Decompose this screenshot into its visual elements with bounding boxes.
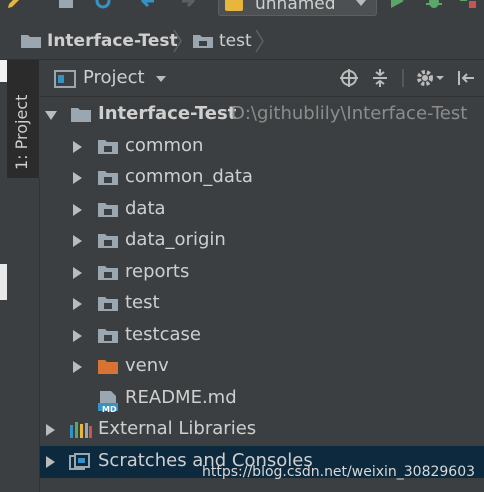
folder-icon xyxy=(98,140,118,154)
watermark-text: https://blog.csdn.net/weixin_30829603 xyxy=(202,464,476,480)
tree-item-label: common_data xyxy=(125,166,253,187)
run-configuration-label: unnamed xyxy=(255,0,336,14)
tree-item-label: test xyxy=(125,292,160,313)
tree-row-common-data[interactable]: common_data xyxy=(40,162,484,193)
folder-icon xyxy=(98,203,118,217)
tree-root-label: Interface-Test xyxy=(98,103,237,124)
tree-row-reports[interactable]: reports xyxy=(40,257,484,288)
folder-icon xyxy=(21,35,41,48)
chevron-right-icon[interactable] xyxy=(73,267,82,279)
folder-icon xyxy=(193,35,213,48)
folder-icon xyxy=(71,108,91,122)
excluded-folder-icon xyxy=(98,360,118,374)
tree-row-readme[interactable]: MD README.md xyxy=(40,383,484,414)
folder-icon xyxy=(98,171,118,185)
project-tab-label: 1: Project xyxy=(12,94,31,170)
scratches-icon xyxy=(69,453,90,470)
left-edge-highlight xyxy=(0,60,7,82)
folder-icon xyxy=(98,297,118,311)
breadcrumb-label: test xyxy=(219,31,252,51)
chevron-right-icon[interactable] xyxy=(46,456,55,468)
tree-row-data[interactable]: data xyxy=(40,194,484,225)
project-panel: Project Interface-Test D:\githublily\Int… xyxy=(40,60,484,492)
breadcrumb-test[interactable]: test xyxy=(192,30,252,52)
hide-panel-icon[interactable] xyxy=(456,68,476,88)
tree-item-label: data_origin xyxy=(125,229,226,250)
chevron-right-icon[interactable] xyxy=(73,298,82,310)
tree-row-venv[interactable]: venv xyxy=(40,351,484,382)
breadcrumb-separator xyxy=(173,29,182,53)
navigation-bar: Interface-Test test xyxy=(0,24,484,60)
chevron-right-icon[interactable] xyxy=(73,330,82,342)
tree-item-label: External Libraries xyxy=(98,418,257,439)
tree-item-label: venv xyxy=(125,355,169,376)
chevron-right-icon[interactable] xyxy=(46,424,55,436)
chevron-right-icon[interactable] xyxy=(73,204,82,216)
project-tool-window-tab[interactable]: 1: Project xyxy=(7,60,39,227)
coverage-icon[interactable] xyxy=(458,0,478,10)
collapse-all-icon[interactable] xyxy=(370,68,390,88)
tree-item-label: testcase xyxy=(125,324,201,345)
tree-item-label: reports xyxy=(125,261,190,282)
chevron-right-icon[interactable] xyxy=(73,361,82,373)
run-configuration-select[interactable]: unnamed xyxy=(218,0,377,16)
main-toolbar: unnamed xyxy=(0,0,484,24)
chevron-down-icon xyxy=(356,0,366,6)
locate-icon[interactable] xyxy=(339,68,359,88)
divider xyxy=(402,69,404,87)
chevron-right-icon[interactable] xyxy=(73,141,82,153)
run-icon[interactable] xyxy=(388,0,406,10)
tree-row-data-origin[interactable]: data_origin xyxy=(40,225,484,256)
left-edge-highlight xyxy=(0,264,7,300)
breadcrumb-separator xyxy=(255,29,264,53)
project-view-title[interactable]: Project xyxy=(83,67,145,88)
breadcrumb-label: Interface-Test xyxy=(47,31,178,51)
project-view-icon xyxy=(54,70,76,88)
tree-row-root[interactable]: Interface-Test D:\githublily\Interface-T… xyxy=(40,99,484,130)
markdown-icon-text: MD xyxy=(102,405,117,414)
folder-icon xyxy=(98,329,118,343)
tree-root-path: D:\githublily\Interface-Test xyxy=(231,103,468,124)
sync-icon[interactable] xyxy=(94,0,112,10)
tool-window-rail xyxy=(7,178,40,492)
save-icon[interactable] xyxy=(57,0,75,10)
back-icon[interactable] xyxy=(140,0,158,10)
tree-row-common[interactable]: common xyxy=(40,131,484,162)
gear-icon[interactable] xyxy=(416,68,446,88)
chevron-down-icon[interactable] xyxy=(156,76,166,82)
chevron-right-icon[interactable] xyxy=(73,235,82,247)
edit-icon[interactable] xyxy=(6,0,24,10)
folder-icon xyxy=(98,266,118,280)
tree-item-label: common xyxy=(125,135,204,156)
chevron-down-icon[interactable] xyxy=(45,111,57,120)
libraries-icon xyxy=(70,422,92,438)
forward-icon[interactable] xyxy=(178,0,196,10)
project-panel-header: Project xyxy=(40,60,484,97)
python-config-icon xyxy=(225,0,243,11)
debug-icon[interactable] xyxy=(424,0,444,10)
tree-row-test[interactable]: test xyxy=(40,288,484,319)
tree-row-testcase[interactable]: testcase xyxy=(40,320,484,351)
tree-item-label: README.md xyxy=(125,387,237,408)
tree-item-label: data xyxy=(125,198,166,219)
breadcrumb-project[interactable]: Interface-Test xyxy=(20,30,178,52)
folder-icon xyxy=(98,234,118,248)
chevron-right-icon[interactable] xyxy=(73,172,82,184)
tree-row-external-libraries[interactable]: External Libraries xyxy=(40,414,484,445)
